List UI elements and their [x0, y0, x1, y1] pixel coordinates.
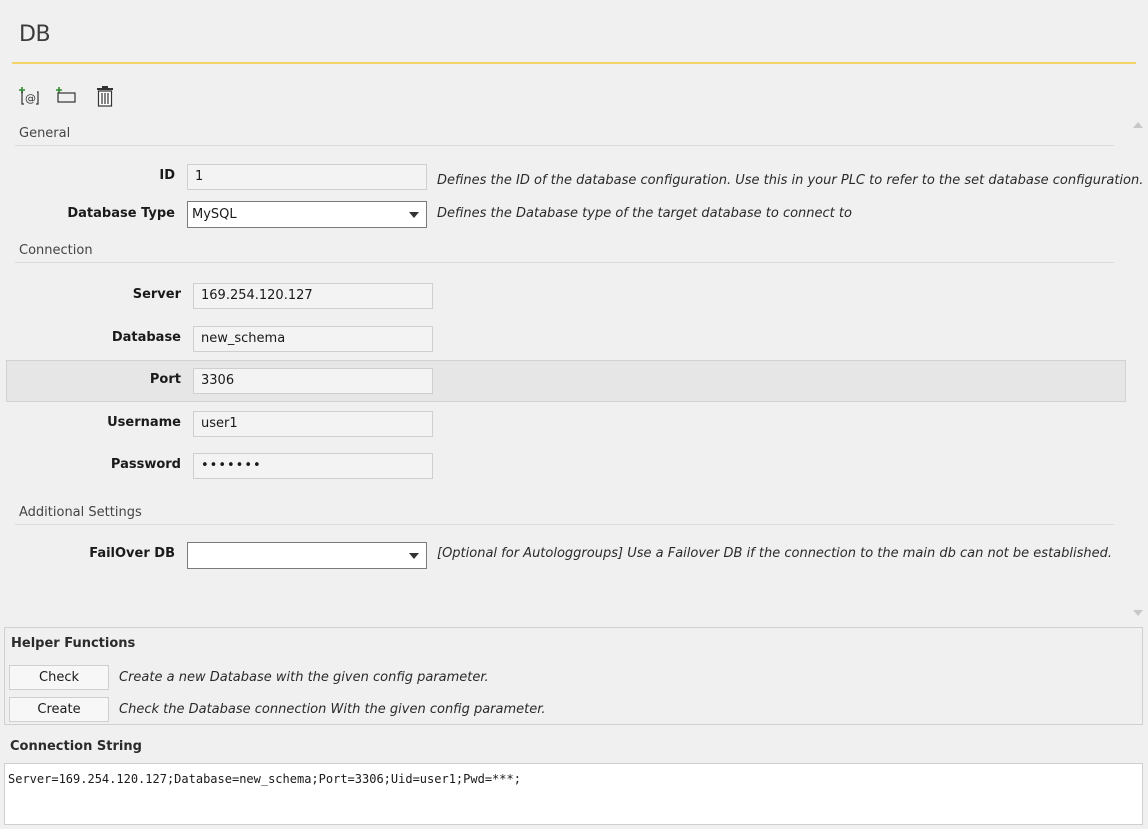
section-connection-label: Connection [19, 243, 93, 258]
chevron-down-icon [409, 212, 419, 218]
section-additional-label: Additional Settings [19, 505, 142, 520]
helper-functions-title: Helper Functions [11, 636, 136, 651]
server-input[interactable]: 169.254.120.127 [193, 283, 433, 309]
add-connection-button[interactable]: @ [17, 84, 41, 108]
server-label: Server [132, 287, 181, 302]
connection-string-title: Connection String [10, 739, 142, 754]
failover-select[interactable] [187, 542, 427, 569]
section-divider [15, 524, 1114, 525]
database-type-description: Defines the Database type of the target … [437, 206, 852, 221]
port-label: Port [149, 372, 181, 387]
database-type-select[interactable]: MySQL [187, 201, 427, 228]
connection-string-box[interactable]: Server=169.254.120.127;Database=new_sche… [4, 763, 1143, 825]
database-type-value: MySQL [192, 207, 237, 222]
database-label: Database [111, 330, 181, 345]
failover-description: [Optional for Autologgroups] Use a Failo… [437, 546, 1113, 561]
delete-button[interactable] [93, 84, 117, 108]
username-label: Username [107, 415, 181, 430]
section-divider [15, 145, 1114, 146]
vertical-scrollbar[interactable] [1130, 116, 1147, 622]
database-type-label: Database Type [67, 206, 175, 221]
username-input[interactable]: user1 [193, 411, 433, 437]
id-input[interactable]: 1 [187, 164, 427, 190]
failover-label: FailOver DB [89, 546, 175, 561]
create-description: Check the Database connection With the g… [119, 702, 546, 717]
add-connection-icon: @ [18, 86, 40, 106]
port-input[interactable]: 3306 [193, 368, 433, 394]
scroll-up-icon[interactable] [1133, 122, 1143, 128]
password-label: Password [110, 457, 181, 472]
create-button[interactable]: Create [9, 697, 109, 722]
scroll-down-icon[interactable] [1133, 610, 1143, 616]
trash-icon [95, 85, 115, 107]
check-description: Create a new Database with the given con… [119, 670, 489, 685]
title-divider [12, 62, 1136, 64]
id-label: ID [159, 168, 175, 183]
svg-text:@: @ [25, 92, 36, 105]
section-general-label: General [19, 126, 71, 141]
add-folder-icon [55, 86, 77, 106]
page-title: DB [19, 22, 51, 47]
add-folder-button[interactable] [54, 84, 78, 108]
chevron-down-icon [409, 553, 419, 559]
database-input[interactable]: new_schema [193, 326, 433, 352]
check-button[interactable]: Check [9, 665, 109, 690]
id-description: Defines the ID of the database configura… [437, 173, 1144, 188]
password-input[interactable]: ••••••• [193, 453, 433, 479]
section-divider [15, 262, 1114, 263]
